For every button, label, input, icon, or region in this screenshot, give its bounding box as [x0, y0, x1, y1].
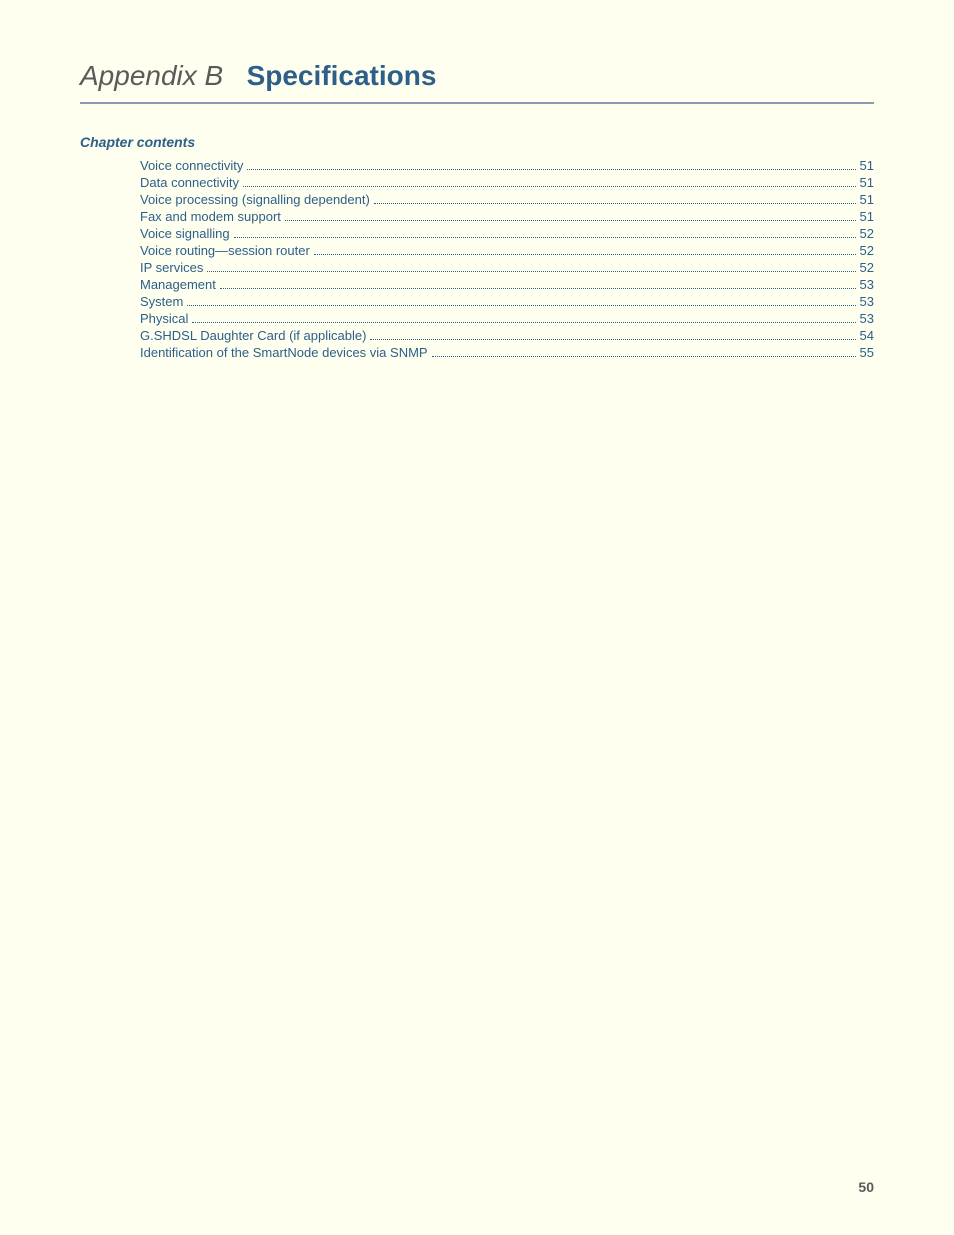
toc-row: IP services 52 [140, 260, 874, 275]
toc-dots [370, 339, 855, 340]
toc-dots [314, 254, 856, 255]
toc-row: System 53 [140, 294, 874, 309]
toc-dots [432, 356, 856, 357]
toc-dots [207, 271, 855, 272]
toc-row: Voice signalling 52 [140, 226, 874, 241]
toc-link[interactable]: Voice processing (signalling dependent) [140, 192, 370, 207]
toc-link[interactable]: Voice routing—session router [140, 243, 310, 258]
toc-row: Management 53 [140, 277, 874, 292]
toc-dots [247, 169, 855, 170]
toc-link[interactable]: Identification of the SmartNode devices … [140, 345, 428, 360]
toc-page-number: 52 [860, 243, 874, 258]
appendix-prefix: Appendix B [80, 60, 223, 91]
toc-page-number: 51 [860, 158, 874, 173]
page: Appendix B Specifications Chapter conten… [0, 0, 954, 1235]
toc-page-number: 53 [860, 294, 874, 309]
toc-page-number: 53 [860, 277, 874, 292]
toc-dots [285, 220, 856, 221]
toc-page-number: 52 [860, 226, 874, 241]
toc-dots [243, 186, 856, 187]
toc-link[interactable]: Fax and modem support [140, 209, 281, 224]
toc-page-number: 51 [860, 192, 874, 207]
toc-link[interactable]: Data connectivity [140, 175, 239, 190]
toc-link[interactable]: System [140, 294, 183, 309]
toc-page-number: 51 [860, 209, 874, 224]
toc-row: G.SHDSL Daughter Card (if applicable) 54 [140, 328, 874, 343]
toc-dots [192, 322, 855, 323]
toc-page-number: 51 [860, 175, 874, 190]
toc-row: Data connectivity 51 [140, 175, 874, 190]
table-of-contents: Voice connectivity51Data connectivity51V… [80, 158, 874, 360]
toc-dots [187, 305, 855, 306]
toc-link[interactable]: G.SHDSL Daughter Card (if applicable) [140, 328, 366, 343]
toc-row: Fax and modem support 51 [140, 209, 874, 224]
toc-page-number: 53 [860, 311, 874, 326]
page-number: 50 [858, 1179, 874, 1195]
toc-row: Identification of the SmartNode devices … [140, 345, 874, 360]
toc-link[interactable]: Voice signalling [140, 226, 230, 241]
toc-dots [234, 237, 856, 238]
toc-link[interactable]: Physical [140, 311, 188, 326]
toc-link[interactable]: IP services [140, 260, 203, 275]
toc-row: Voice routing—session router 52 [140, 243, 874, 258]
page-header: Appendix B Specifications [80, 60, 874, 104]
chapter-contents-label: Chapter contents [80, 134, 874, 150]
toc-page-number: 54 [860, 328, 874, 343]
chapter-contents-section: Chapter contents Voice connectivity51Dat… [80, 134, 874, 360]
toc-row: Voice connectivity 51 [140, 158, 874, 173]
toc-dots [220, 288, 856, 289]
toc-link[interactable]: Voice connectivity [140, 158, 243, 173]
specifications-title: Specifications [247, 60, 437, 91]
toc-row: Voice processing (signalling dependent) 5… [140, 192, 874, 207]
toc-page-number: 52 [860, 260, 874, 275]
page-title: Appendix B Specifications [80, 60, 874, 92]
toc-dots [374, 203, 856, 204]
toc-row: Physical 53 [140, 311, 874, 326]
toc-link[interactable]: Management [140, 277, 216, 292]
toc-page-number: 55 [860, 345, 874, 360]
